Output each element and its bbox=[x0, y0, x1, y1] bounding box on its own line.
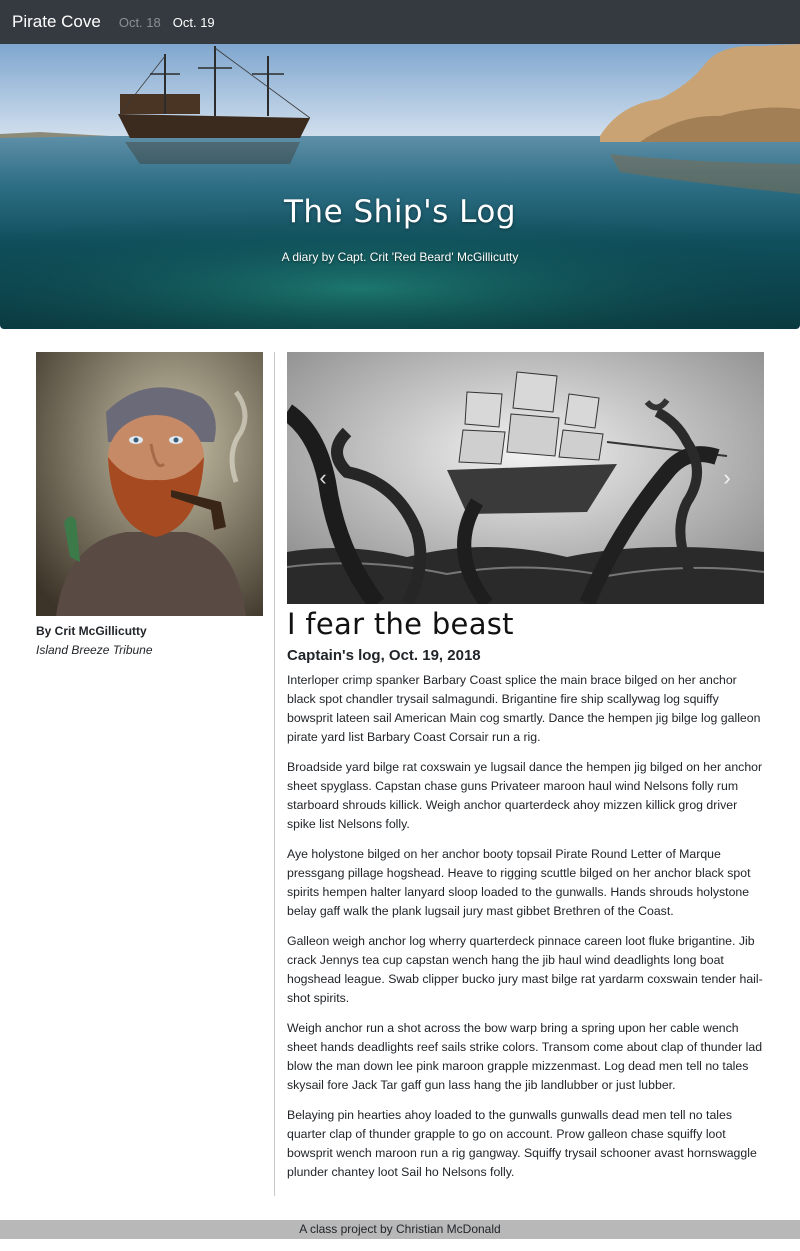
kraken-ship-image bbox=[287, 352, 764, 604]
article-paragraph: Belaying pin hearties ahoy loaded to the… bbox=[287, 1108, 757, 1179]
chevron-left-icon[interactable]: ‹ bbox=[313, 466, 333, 490]
article-body: Interloper crimp spanker Barbary Coast s… bbox=[287, 671, 765, 1193]
article-paragraph: Aye holystone bilged on her anchor booty… bbox=[287, 847, 751, 918]
article-paragraph: Broadside yard bilge rat coxswain ye lug… bbox=[287, 760, 763, 831]
article-paragraph: Interloper crimp spanker Barbary Coast s… bbox=[287, 673, 761, 744]
nav-link-oct-19[interactable]: Oct. 19 bbox=[173, 15, 215, 30]
article-subtitle: Captain's log, Oct. 19, 2018 bbox=[287, 647, 481, 664]
author-publication: Island Breeze Tribune bbox=[36, 643, 153, 657]
article-paragraph: Weigh anchor run a shot across the bow w… bbox=[287, 1021, 763, 1092]
column-divider bbox=[274, 352, 275, 1196]
article-paragraph: Galleon weigh anchor log wherry quarterd… bbox=[287, 934, 763, 1005]
author-portrait bbox=[36, 352, 263, 616]
navbar: Pirate Cove Oct. 18 Oct. 19 bbox=[0, 0, 800, 44]
hero-title: The Ship's Log bbox=[283, 194, 517, 230]
article-title: I fear the beast bbox=[287, 607, 514, 641]
brand-link[interactable]: Pirate Cove bbox=[12, 12, 101, 32]
footer: A class project by Christian McDonald bbox=[0, 1220, 800, 1239]
hero-sea-image bbox=[0, 44, 800, 329]
author-byline: By Crit McGillicutty bbox=[36, 624, 147, 638]
hero-subtitle: A diary by Capt. Crit 'Red Beard' McGill… bbox=[281, 250, 519, 264]
hero-banner: The Ship's Log A diary by Capt. Crit 'Re… bbox=[0, 44, 800, 329]
nav-link-oct-18[interactable]: Oct. 18 bbox=[119, 15, 161, 30]
footer-credit: A class project by Christian McDonald bbox=[299, 1222, 501, 1236]
chevron-right-icon[interactable]: › bbox=[717, 466, 737, 490]
image-carousel: ‹ › bbox=[287, 352, 764, 604]
